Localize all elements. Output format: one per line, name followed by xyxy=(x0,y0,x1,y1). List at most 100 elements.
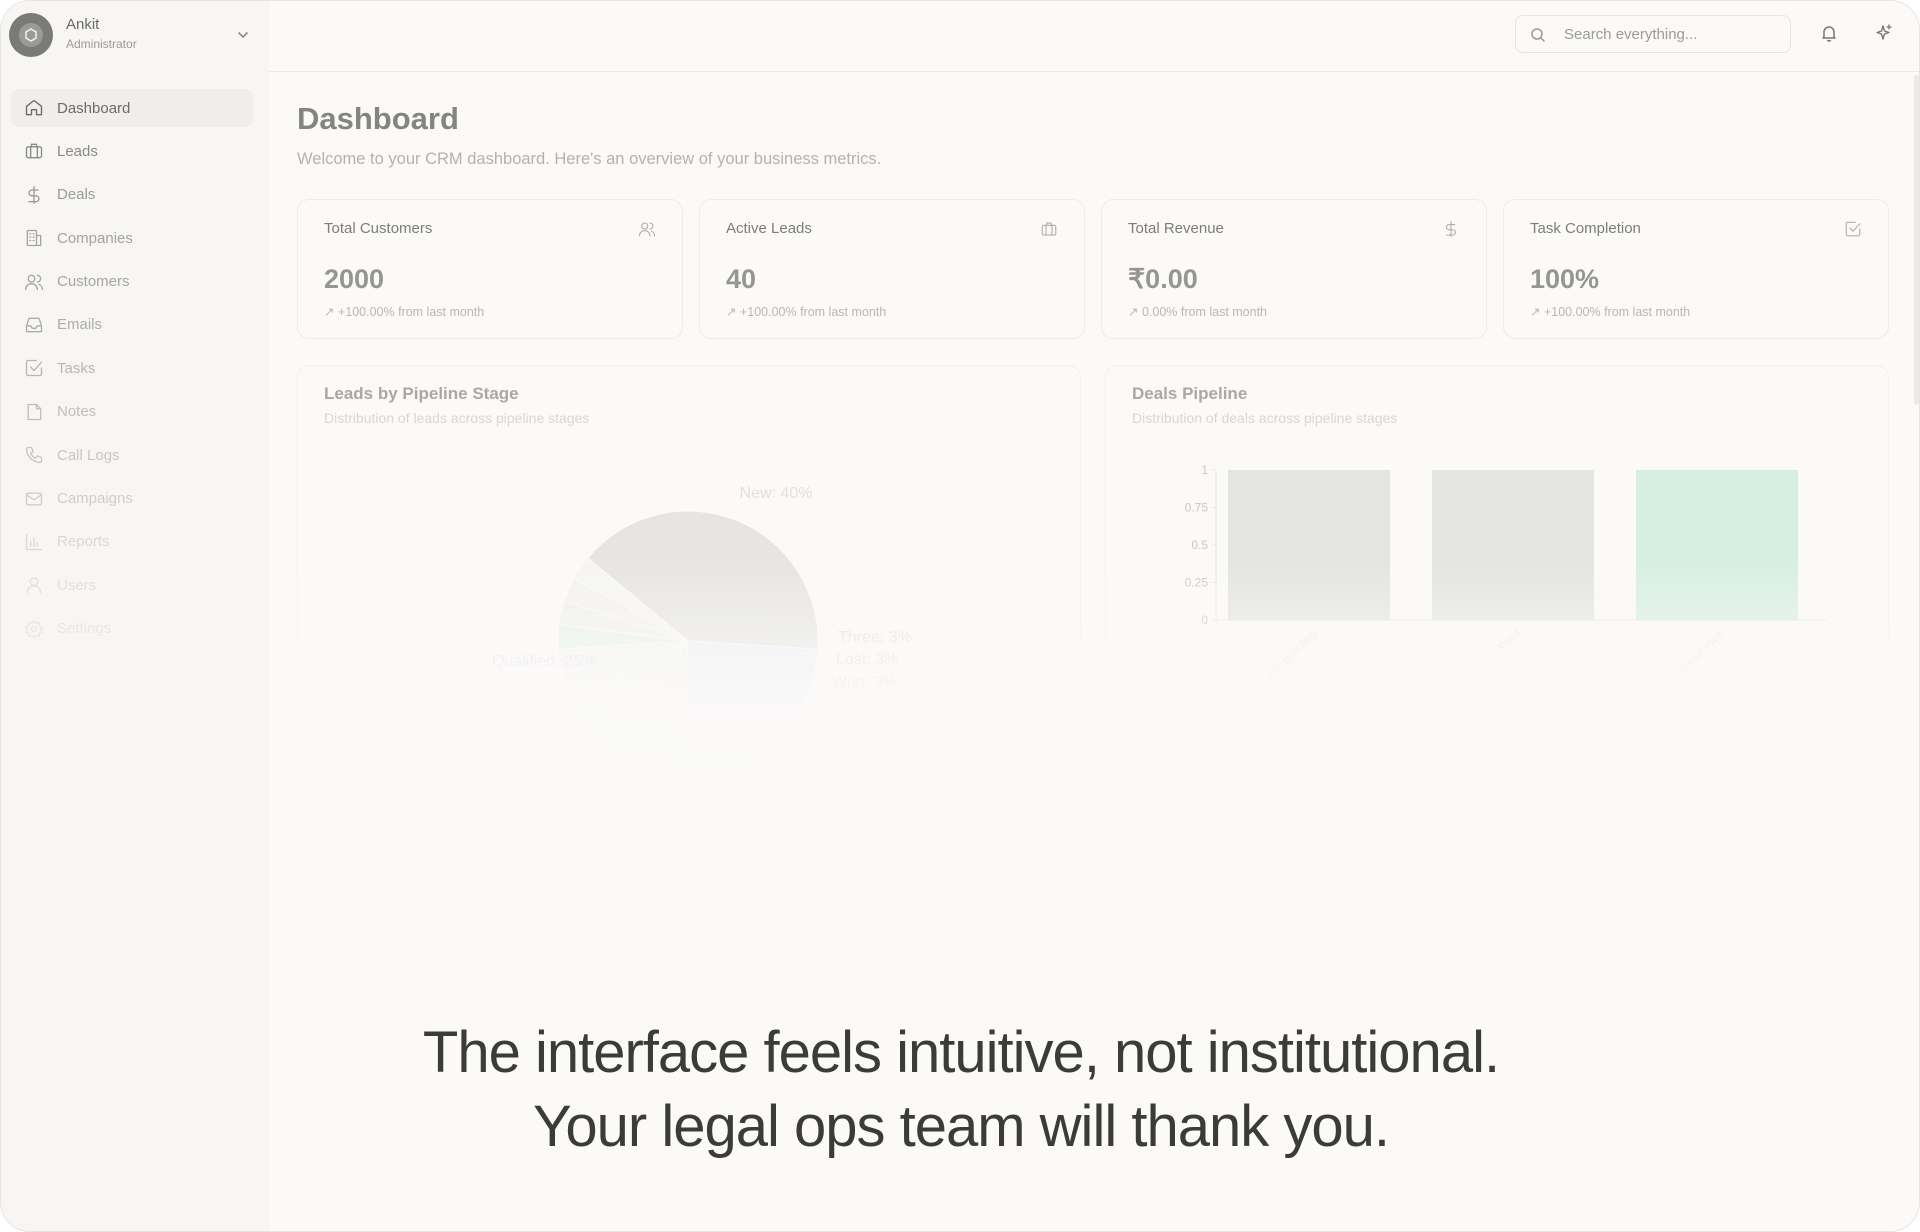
users-icon xyxy=(638,220,656,243)
search-input[interactable]: Search everything... xyxy=(1515,15,1791,53)
caption-line-2: Your legal ops team will thank you. xyxy=(533,1094,1390,1159)
sidebar-item-users[interactable]: Users xyxy=(11,566,253,604)
sidebar-item-label: Campaigns xyxy=(57,490,133,508)
file-icon xyxy=(23,401,45,423)
page-subtitle: Welcome to your CRM dashboard. Here's an… xyxy=(297,150,882,168)
sidebar-item-label: Companies xyxy=(57,229,133,247)
sidebar-item-label: Tasks xyxy=(57,359,96,377)
stat-trend: ↗ +100.00% from last month xyxy=(726,304,886,319)
briefcase-icon xyxy=(23,140,45,162)
y-tick-label: 0 xyxy=(1201,613,1208,627)
scrollbar[interactable] xyxy=(1914,75,1919,405)
trend-icon: ↗ xyxy=(1128,305,1142,319)
sidebar-item-emails[interactable]: Emails xyxy=(11,306,253,344)
caption-line-1: The interface feels intuitive, not insti… xyxy=(422,1020,1500,1085)
stat-card-task-completion: Task Completion 100% ↗ +100.00% from last … xyxy=(1503,199,1889,339)
search-icon xyxy=(1531,28,1545,42)
search-placeholder: Search everything... xyxy=(1564,26,1698,43)
account-role: Administrator xyxy=(66,37,137,51)
sidebar-item-label: Leads xyxy=(57,142,98,160)
stat-card-total-customers: Total Customers 2000 ↗ +100.00% from last … xyxy=(297,199,683,339)
sparkles-icon[interactable] xyxy=(1874,23,1894,48)
x-tick-label: Prospecting xyxy=(1264,626,1319,681)
pie-label: New: 40% xyxy=(740,485,813,502)
stat-card-active-leads: Active Leads 40 ↗ +100.00% from last month xyxy=(699,199,1085,339)
sidebar-item-label: Emails xyxy=(57,316,103,334)
pie-slice[interactable] xyxy=(679,640,819,772)
stat-trend-text: +100.00% from last month xyxy=(739,305,887,319)
x-tick-label: Closed Won xyxy=(1671,626,1727,682)
sidebar-item-label: Customers xyxy=(57,273,130,291)
y-tick-label: 0.5 xyxy=(1191,538,1208,552)
y-tick-label: 0.75 xyxy=(1185,501,1209,515)
stat-value: 2000 xyxy=(324,264,385,294)
stat-trend-text: 0.00% from last month xyxy=(1141,305,1268,319)
pie-label: Three: 3% xyxy=(838,629,912,646)
trend-icon: ↗ xyxy=(726,305,740,319)
sidebar-item-campaigns[interactable]: Campaigns xyxy=(11,480,253,518)
phone-icon xyxy=(23,444,45,466)
stat-value: 100% xyxy=(1530,264,1600,294)
users-icon xyxy=(23,271,45,293)
sidebar-item-reports[interactable]: Reports xyxy=(11,523,253,561)
bar-chart: 0 0.25 0.5 0.75 1 Prospecting Prod Closed Won xyxy=(1185,463,1826,682)
sidebar-item-leads[interactable]: Leads xyxy=(11,132,253,170)
dollar-icon xyxy=(1442,220,1460,243)
sidebar-nav: Dashboard Leads Deals Companies Customers Ema… xyxy=(11,89,253,653)
sidebar-item-notes[interactable]: Notes xyxy=(11,393,253,431)
trend-icon: ↗ xyxy=(1530,305,1544,319)
account-switcher[interactable]: Ankit Administrator xyxy=(9,13,261,57)
pie-chart: New: 40% Qualified: 25% Three: 3% Lost: 3% W… xyxy=(492,485,912,772)
user-icon xyxy=(23,574,45,596)
avatar xyxy=(9,13,53,57)
home-icon xyxy=(23,97,45,119)
check-square-icon xyxy=(23,357,45,379)
bar[interactable] xyxy=(1228,470,1390,620)
inbox-icon xyxy=(23,314,45,336)
mail-icon xyxy=(23,488,45,510)
sidebar-item-call-logs[interactable]: Call Logs xyxy=(11,436,253,474)
chevron-down-icon[interactable] xyxy=(235,27,251,48)
sidebar-item-settings[interactable]: Settings xyxy=(11,610,253,648)
pie-label: Qualified: 25% xyxy=(492,653,596,670)
dollar-icon xyxy=(23,184,45,206)
sidebar-item-label: Settings xyxy=(57,620,112,638)
stat-label: Task Completion xyxy=(1530,220,1641,237)
briefcase-icon xyxy=(1040,220,1058,243)
pie-label: Won: 3% xyxy=(832,674,897,691)
sidebar-item-label: Reports xyxy=(57,533,110,551)
stat-label: Active Leads xyxy=(726,220,812,237)
gear-icon xyxy=(23,618,45,640)
sidebar-item-tasks[interactable]: Tasks xyxy=(11,349,253,387)
sidebar-item-label: Dashboard xyxy=(57,99,131,117)
stat-label: Total Revenue xyxy=(1128,220,1224,237)
sidebar-item-label: Notes xyxy=(57,403,97,421)
page-title: Dashboard xyxy=(297,101,459,136)
sidebar-item-companies[interactable]: Companies xyxy=(11,219,253,257)
stat-value: ₹0.00 xyxy=(1128,264,1198,294)
bar[interactable] xyxy=(1636,470,1798,620)
app-window: Ankit Administrator Dashboard Leads Deals C… xyxy=(0,0,1920,1232)
stat-trend: ↗ +100.00% from last month xyxy=(324,304,484,319)
stat-trend-text: +100.00% from last month xyxy=(1543,305,1691,319)
pie-label: Lost: 3% xyxy=(836,651,898,668)
leads-chart-panel: Leads by Pipeline Stage Distribution of … xyxy=(297,365,1081,772)
sidebar-item-deals[interactable]: Deals xyxy=(11,176,253,214)
bar[interactable] xyxy=(1432,470,1594,620)
sidebar-item-customers[interactable]: Customers xyxy=(11,263,253,301)
building-icon xyxy=(23,227,45,249)
sidebar-item-dashboard[interactable]: Dashboard xyxy=(11,89,253,127)
x-tick-label: Prod xyxy=(1495,626,1523,654)
check-square-icon xyxy=(1844,220,1862,243)
marketing-caption: The interface feels intuitive, not insti… xyxy=(1,1016,1919,1164)
stat-label: Total Customers xyxy=(324,220,433,237)
account-name: Ankit xyxy=(66,16,100,33)
trend-icon: ↗ xyxy=(324,305,338,319)
logo-icon xyxy=(19,23,43,47)
pie-label: Ten: 8% xyxy=(806,713,864,730)
stat-trend: ↗ 0.00% from last month xyxy=(1128,304,1267,319)
bell-icon[interactable] xyxy=(1819,23,1839,48)
deals-chart-panel: Deals Pipeline Distribution of deals acr… xyxy=(1105,365,1889,682)
sidebar-item-label: Deals xyxy=(57,186,96,204)
stat-card-total-revenue: Total Revenue ₹0.00 ↗ 0.00% from last mont… xyxy=(1101,199,1487,339)
